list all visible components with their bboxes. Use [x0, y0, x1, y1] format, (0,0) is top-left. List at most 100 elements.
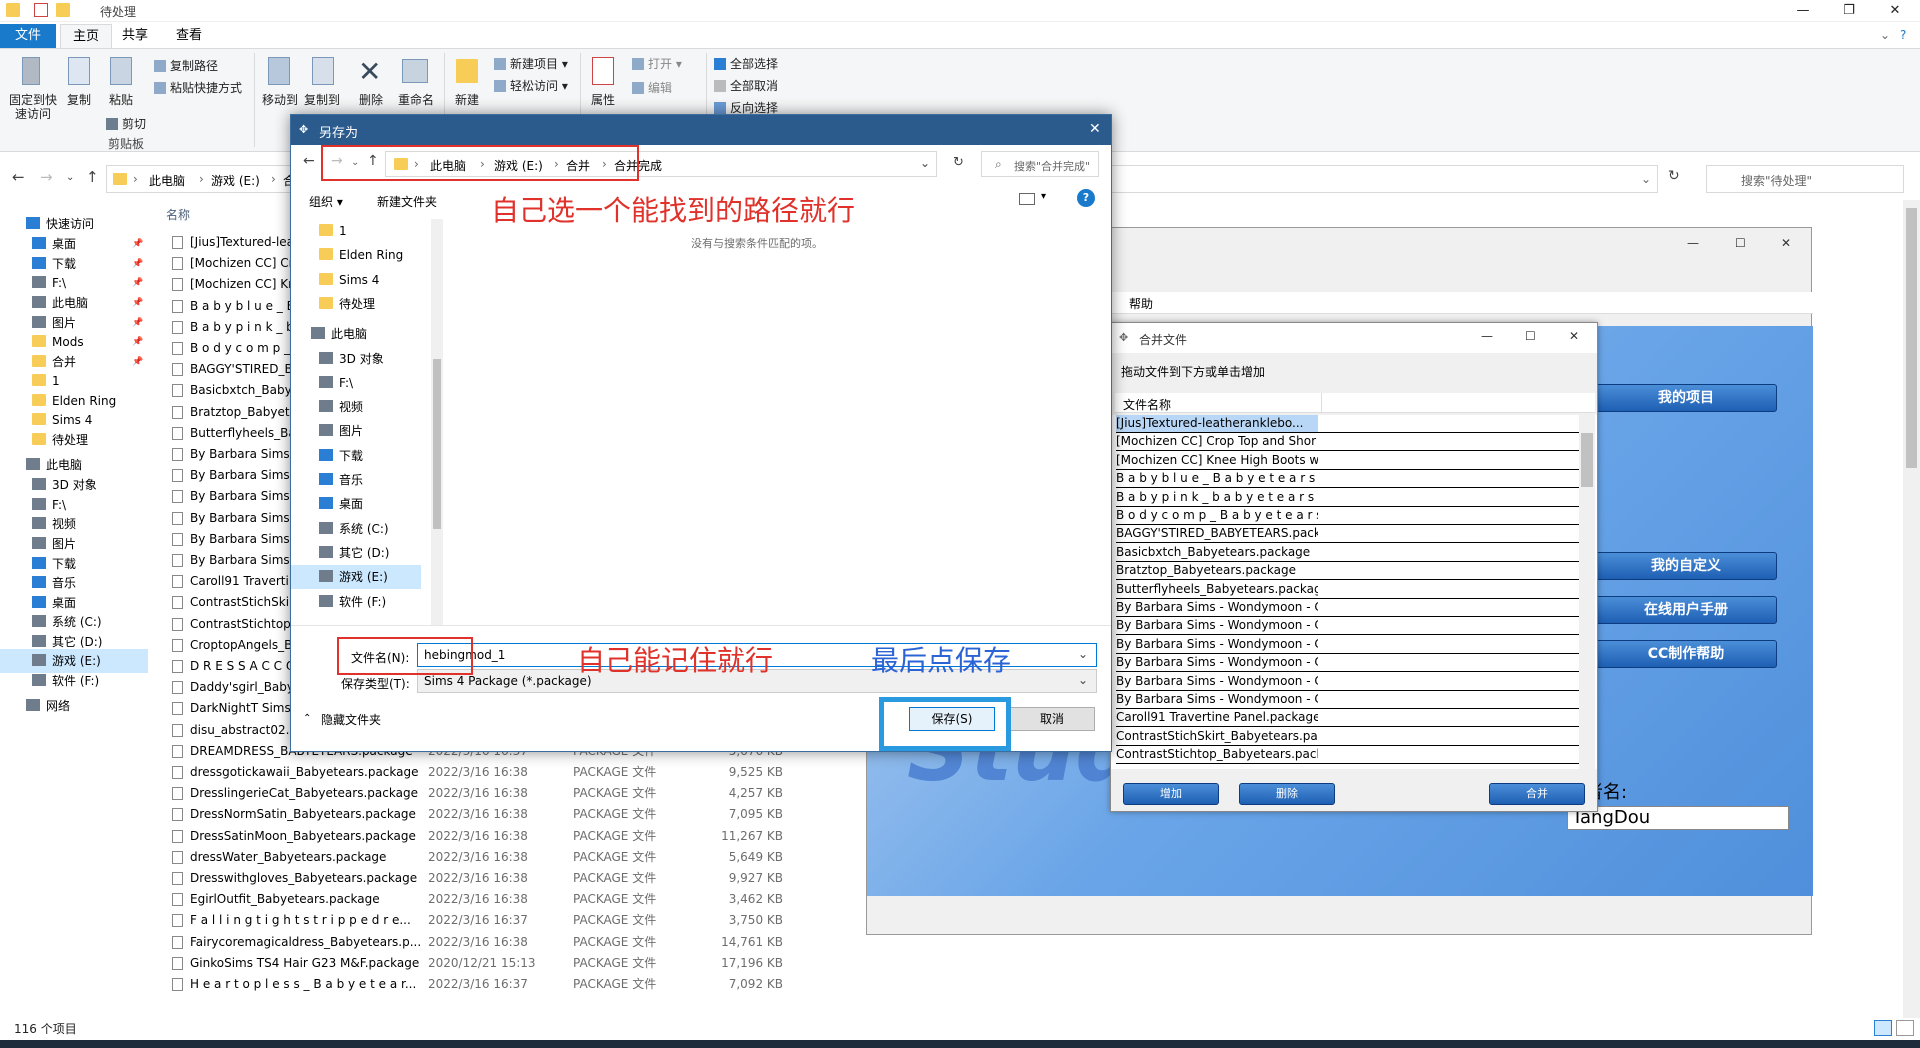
copy-to-button[interactable]: 复制到 [302, 93, 342, 107]
save-nav-item[interactable]: 游戏 (E:) [291, 565, 421, 590]
merge-list-row[interactable]: [Mochizen CC] Crop Top and Shor [1116, 433, 1318, 452]
close-icon[interactable]: ✕ [1569, 329, 1579, 343]
add-button[interactable]: 增加 [1123, 783, 1219, 805]
save-nav-item[interactable]: 系统 (C:) [291, 517, 421, 541]
merge-list-row[interactable]: Butterflyheels_Babyetears.package [1116, 580, 1318, 599]
select-none-button[interactable]: 全部取消 [714, 77, 778, 94]
remove-button[interactable]: 删除 [1239, 783, 1335, 805]
maximize-icon[interactable]: ☐ [1735, 236, 1746, 250]
view-icon[interactable] [1019, 193, 1035, 205]
merge-list-row[interactable]: ContrastStichSkirt_Babyetears.pack [1116, 727, 1318, 746]
properties-button[interactable]: 属性 [586, 93, 620, 107]
paste-shortcut-button[interactable]: 粘贴快捷方式 [154, 79, 242, 96]
open-button[interactable]: 打开 ▾ [632, 55, 682, 72]
tab-view[interactable]: 查看 [164, 24, 214, 48]
merge-list-row[interactable]: B a b y p i n k _ b a b y e t e a r s . … [1116, 488, 1318, 507]
refresh-icon[interactable]: ↻ [1668, 168, 1680, 184]
file-row[interactable]: F a l l i n g t i g h t s t r i p p e d … [168, 910, 783, 931]
column-file-name[interactable]: 文件名称 [1123, 396, 1171, 413]
hide-folders-toggle[interactable]: 隐藏文件夹 [321, 711, 381, 728]
merge-list-row[interactable]: Basicbxtch_Babyetears.package [1116, 543, 1318, 562]
details-view-icon[interactable] [1874, 1020, 1892, 1036]
organize-button[interactable]: 组织 ▾ [309, 193, 343, 210]
merge-list-row[interactable]: Bratztop_Babyetears.package [1116, 562, 1318, 581]
chevron-down-icon[interactable]: ⌄ [1641, 172, 1651, 186]
file-row[interactable]: dressgotickawaii_Babyetears.package 2022/… [168, 762, 783, 783]
tab-home[interactable]: 主页 [60, 24, 113, 48]
pin-quick-access-button[interactable]: 固定到快 速访问 [4, 93, 62, 121]
help-icon[interactable]: ? [1077, 189, 1095, 207]
nav-item[interactable]: 网络 [0, 694, 148, 718]
merge-list-row[interactable]: Caroll91 Travertine Panel.package [1116, 709, 1318, 728]
breadcrumb-drive-e[interactable]: 游戏 (E:) [211, 172, 260, 189]
forward-icon[interactable]: → [40, 168, 53, 186]
select-all-button[interactable]: 全部选择 [714, 55, 778, 72]
menu-help[interactable]: 帮助 [1129, 295, 1153, 312]
column-header-name[interactable]: 名称 [166, 206, 190, 223]
nav-item[interactable]: 待处理 [0, 428, 148, 452]
new-folder-icon[interactable] [56, 3, 70, 17]
tab-file[interactable]: 文件 [0, 24, 56, 48]
file-row[interactable]: DressNormSatin_Babyetears.package 2022/3/… [168, 804, 783, 825]
save-nav-item[interactable]: 待处理 [291, 292, 421, 316]
close-icon[interactable]: ✕ [1089, 121, 1101, 137]
author-input[interactable]: TangDou [1567, 806, 1789, 830]
save-nav-item[interactable]: Sims 4 [291, 268, 421, 292]
back-icon[interactable]: ← [12, 168, 25, 186]
online-manual-button[interactable]: 在线用户手册 [1595, 596, 1777, 624]
merge-list-row[interactable]: By Barbara Sims - Wondymoon - C [1116, 654, 1318, 673]
chevron-down-icon[interactable]: ⌄ [1078, 647, 1088, 661]
maximize-icon[interactable]: ❐ [1826, 0, 1872, 22]
file-row[interactable]: GinkoSims TS4 Hair G23 M&F.package 2020/1… [168, 953, 783, 974]
nav-item[interactable]: 软件 (F:) [0, 669, 148, 693]
new-folder-button[interactable]: 新建 [448, 93, 486, 107]
merge-list-row[interactable]: By Barbara Sims - Wondymoon - C [1116, 599, 1318, 617]
edit-button[interactable]: 编辑 [632, 79, 672, 96]
file-row[interactable]: DresslingerieCat_Babyetears.package 2022/… [168, 783, 783, 804]
chevron-down-icon[interactable]: ▾ [1041, 191, 1046, 202]
collapse-icon[interactable]: ⌃ [303, 713, 311, 724]
save-nav-item[interactable]: Elden Ring [291, 243, 421, 267]
file-row[interactable]: H e a r t o p l e s s _ B a b y e t e a … [168, 974, 783, 995]
file-row[interactable]: EgirlOutfit_Babyetears.package 2022/3/16 … [168, 889, 783, 910]
large-icons-view-icon[interactable] [1896, 1020, 1914, 1036]
cc-help-button[interactable]: CC制作帮助 [1595, 640, 1777, 668]
save-nav-item[interactable]: 此电脑 [291, 322, 421, 346]
save-nav-item[interactable]: 图片 [291, 419, 421, 443]
new-folder-button[interactable]: 新建文件夹 [377, 193, 437, 210]
save-nav-item[interactable]: 软件 (F:) [291, 590, 421, 614]
tab-share[interactable]: 共享 [110, 24, 160, 48]
maximize-icon[interactable]: ☐ [1525, 329, 1536, 343]
recent-chevron-icon[interactable]: ⌄ [66, 172, 74, 183]
copy-path-button[interactable]: 复制路径 [154, 57, 218, 74]
minimize-icon[interactable]: — [1780, 0, 1826, 22]
file-row[interactable]: Fairycoremagicaldress_Babyetears.p... 202… [168, 932, 783, 953]
merge-list-row[interactable]: B a b y b l u e _ B a b y e t e a r s . … [1116, 470, 1318, 489]
chevron-down-icon[interactable]: ⌄ [1078, 673, 1088, 687]
merge-list-row[interactable]: B o d y c o m p _ B a b y e t e a r s . [1116, 507, 1318, 525]
delete-button[interactable]: 删除 [352, 93, 390, 107]
merge-list-row[interactable]: [Mochizen CC] Knee High Boots w [1116, 451, 1318, 470]
merge-list-row[interactable]: By Barbara Sims - Wondymoon - C [1116, 635, 1318, 654]
my-projects-button[interactable]: 我的项目 [1595, 384, 1777, 412]
rename-button[interactable]: 重命名 [394, 93, 438, 107]
save-nav-item[interactable]: 1 [291, 219, 421, 243]
move-to-button[interactable]: 移动到 [260, 93, 300, 107]
new-item-button[interactable]: 新建项目 ▾ [494, 55, 568, 72]
close-icon[interactable]: ✕ [1781, 236, 1791, 250]
save-nav-item[interactable]: F:\ [291, 371, 421, 395]
merge-scrollbar[interactable] [1579, 415, 1595, 769]
cut-button[interactable]: 剪切 [106, 115, 146, 132]
paste-button[interactable]: 粘贴 [104, 93, 138, 107]
file-row[interactable]: Dresswithgloves_Babyetears.package 2022/3… [168, 868, 783, 889]
scrollbar[interactable] [1903, 200, 1920, 1018]
file-row[interactable]: DressSatinMoon_Babyetears.package 2022/3/… [168, 826, 783, 847]
copy-button[interactable]: 复制 [64, 93, 94, 107]
search-input[interactable]: 搜索"待处理" [1706, 165, 1904, 193]
save-nav-scrollbar[interactable] [431, 219, 443, 625]
up-icon[interactable]: ↑ [86, 168, 99, 186]
merge-list-row[interactable]: By Barbara Sims - Wondymoon - C [1116, 617, 1318, 636]
help-icon[interactable]: ? [1900, 28, 1906, 42]
scrollbar-thumb[interactable] [433, 359, 441, 529]
scrollbar-thumb[interactable] [1906, 208, 1917, 468]
